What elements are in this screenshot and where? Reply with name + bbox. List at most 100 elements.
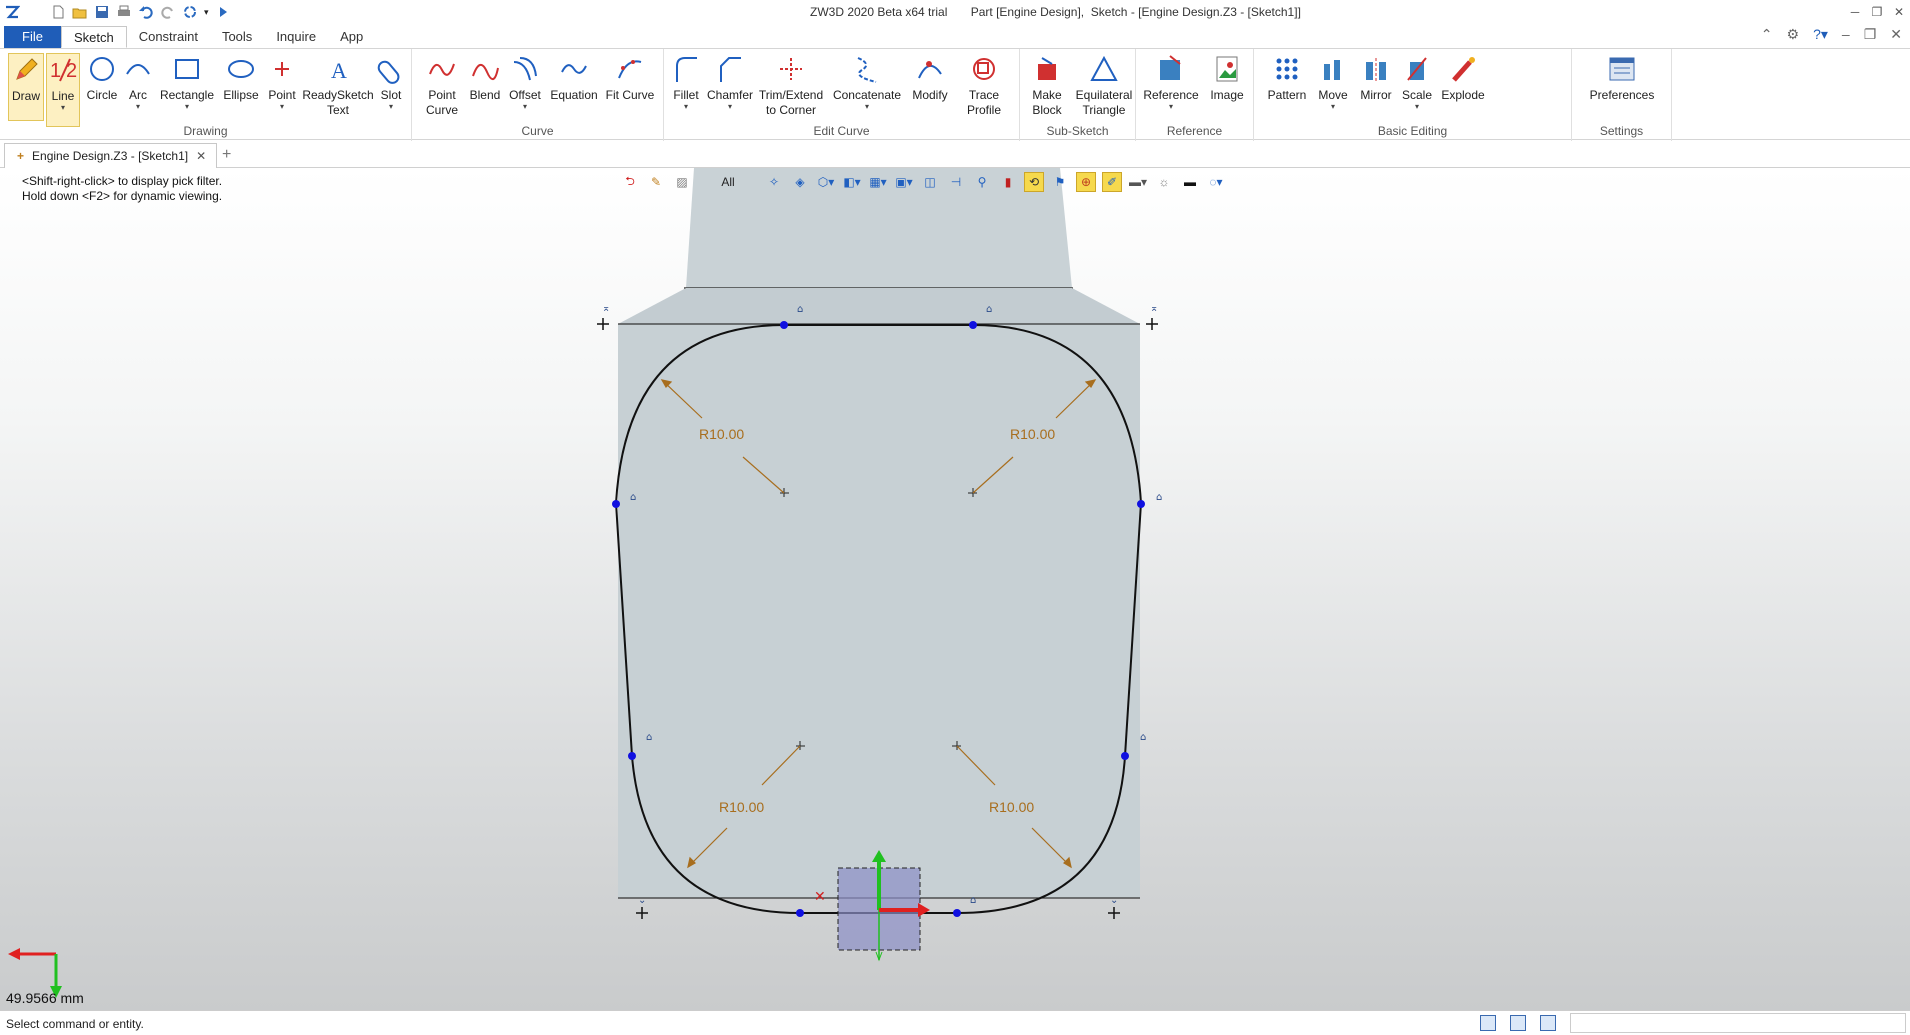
line-button[interactable]: 12 Line ▾	[46, 53, 80, 127]
fit-curve-button[interactable]: Fit Curve	[604, 53, 656, 103]
dimension-label-bottom-right[interactable]: R10.00	[989, 799, 1034, 815]
dimension-icon[interactable]: ⊣	[946, 172, 966, 192]
dimension-label-top-right[interactable]: R10.00	[1010, 426, 1055, 442]
wireframe-icon[interactable]: ✧	[764, 172, 784, 192]
slot-dropdown-icon[interactable]: ▾	[389, 103, 393, 111]
save-icon[interactable]	[94, 4, 110, 20]
close-icon[interactable]: ✕	[1888, 0, 1910, 24]
window-list-icon[interactable]	[1540, 1015, 1556, 1031]
measure-icon[interactable]: ⚲	[972, 172, 992, 192]
chamfer-dropdown-icon[interactable]: ▾	[728, 103, 732, 111]
point-curve-button[interactable]: Point Curve	[420, 53, 464, 118]
display-monitor-icon[interactable]	[1510, 1015, 1526, 1031]
constraint-show-icon[interactable]: ⚑	[1050, 172, 1070, 192]
modify-button[interactable]: Modify	[908, 53, 952, 103]
concatenate-dropdown-icon[interactable]: ▾	[865, 103, 869, 111]
scale-button[interactable]: Scale ▾	[1400, 53, 1434, 111]
ellipse-button[interactable]: Ellipse	[222, 53, 260, 103]
command-input[interactable]	[1570, 1013, 1906, 1033]
blend-button[interactable]: Blend	[468, 53, 502, 103]
dimension-label-top-left[interactable]: R10.00	[699, 426, 744, 442]
circle-button[interactable]: Circle	[86, 53, 118, 103]
graphics-viewport[interactable]: <Shift-right-click> to display pick filt…	[0, 168, 1910, 1010]
trace-profile-button[interactable]: Trace Profile	[958, 53, 1010, 118]
ribbon-collapse-icon[interactable]: ⌃	[1761, 26, 1773, 43]
rectangle-button[interactable]: Rectangle ▾	[158, 53, 216, 111]
open-file-icon[interactable]	[72, 4, 88, 20]
readysketch-text-button[interactable]: A ReadySketch Text	[302, 53, 374, 118]
point-button[interactable]: Point ▾	[266, 53, 298, 111]
line-style-icon[interactable]: ▬	[1180, 172, 1200, 192]
tab-sketch[interactable]: Sketch	[60, 26, 127, 48]
pick-filter-select[interactable]: All	[698, 172, 758, 192]
redo-icon[interactable]	[160, 4, 176, 20]
line-dropdown-icon[interactable]: ▾	[61, 104, 65, 112]
app-logo-icon[interactable]	[4, 4, 20, 20]
scale-dropdown-icon[interactable]: ▾	[1415, 103, 1419, 111]
arc-button[interactable]: Arc ▾	[124, 53, 152, 111]
trim-extend-button[interactable]: Trim/Extend to Corner	[756, 53, 826, 118]
minimize-icon[interactable]: ─	[1844, 0, 1866, 24]
layout-icon[interactable]	[1480, 1015, 1496, 1031]
target-icon[interactable]: ⊕	[1076, 172, 1096, 192]
move-dropdown-icon[interactable]: ▾	[1331, 103, 1335, 111]
doc-minimize-icon[interactable]: –	[1842, 26, 1850, 43]
color-icon[interactable]: ▮	[998, 172, 1018, 192]
qa-dropdown-icon[interactable]: ▾	[204, 7, 209, 18]
equation-button[interactable]: Equation	[548, 53, 600, 103]
pattern-button[interactable]: Pattern	[1264, 53, 1310, 103]
section-icon[interactable]: ◫	[920, 172, 940, 192]
tab-app[interactable]: App	[328, 26, 375, 48]
draw-button[interactable]: Draw	[8, 53, 44, 121]
display-icon[interactable]: ▬▾	[1128, 172, 1148, 192]
edit-icon[interactable]: ✐	[1102, 172, 1122, 192]
run-icon[interactable]	[215, 4, 231, 20]
view-cube-icon[interactable]: ⬡▾	[816, 172, 836, 192]
make-block-button[interactable]: Make Block	[1024, 53, 1070, 118]
doc-close-icon[interactable]: ✕	[1890, 26, 1902, 43]
filter-icon[interactable]: ▨	[672, 172, 692, 192]
doc-restore-icon[interactable]: ❐	[1864, 26, 1877, 43]
point-dropdown-icon[interactable]: ▾	[280, 103, 284, 111]
grid-icon[interactable]: ▦▾	[868, 172, 888, 192]
shaded-cube-icon[interactable]: ◈	[790, 172, 810, 192]
mirror-button[interactable]: Mirror	[1356, 53, 1396, 103]
tab-tools[interactable]: Tools	[210, 26, 264, 48]
sketch-scene[interactable]: ⌅ ⌅ ⌂ ⌂ ⌂ ⌂ ⌂ ⌂ ⌄ ⌄⌂ ✕	[0, 168, 1910, 1010]
reference-button[interactable]: Reference ▾	[1142, 53, 1200, 111]
close-tab-icon[interactable]: ✕	[196, 149, 206, 163]
tab-inquire[interactable]: Inquire	[264, 26, 328, 48]
concatenate-button[interactable]: Concatenate ▾	[830, 53, 904, 111]
dimension-label-bottom-left[interactable]: R10.00	[719, 799, 764, 815]
view-mode-icon[interactable]: ◧▾	[842, 172, 862, 192]
exit-sketch-icon[interactable]: ⮌	[620, 172, 640, 192]
snap-icon[interactable]: ⟲	[1024, 172, 1044, 192]
reference-dropdown-icon[interactable]: ▾	[1169, 103, 1173, 111]
slot-button[interactable]: Slot ▾	[376, 53, 406, 111]
move-button[interactable]: Move ▾	[1314, 53, 1352, 111]
undo-icon[interactable]	[138, 4, 154, 20]
rotate-icon[interactable]: ◌▾	[1206, 172, 1226, 192]
new-file-icon[interactable]	[50, 4, 66, 20]
settings-gear-icon[interactable]: ⚙	[1787, 26, 1800, 43]
regen-icon[interactable]	[182, 4, 198, 20]
image-button[interactable]: Image	[1206, 53, 1248, 103]
chamfer-button[interactable]: Chamfer ▾	[707, 53, 753, 111]
restore-icon[interactable]: ❐	[1866, 0, 1888, 24]
tab-file[interactable]: File	[4, 26, 61, 48]
offset-button[interactable]: Offset ▾	[506, 53, 544, 111]
print-icon[interactable]	[116, 4, 132, 20]
fillet-dropdown-icon[interactable]: ▾	[684, 103, 688, 111]
offset-dropdown-icon[interactable]: ▾	[523, 103, 527, 111]
help-icon[interactable]: ?▾	[1813, 26, 1828, 43]
document-tab[interactable]: + Engine Design.Z3 - [Sketch1] ✕	[4, 143, 218, 168]
new-tab-icon[interactable]: +	[222, 146, 231, 164]
equilateral-triangle-button[interactable]: Equilateral Triangle	[1074, 53, 1134, 118]
preferences-button[interactable]: Preferences	[1582, 53, 1662, 103]
rectangle-dropdown-icon[interactable]: ▾	[185, 103, 189, 111]
sun-icon[interactable]: ☼	[1154, 172, 1174, 192]
explode-button[interactable]: Explode	[1438, 53, 1488, 103]
pick-icon[interactable]: ✎	[646, 172, 666, 192]
arc-dropdown-icon[interactable]: ▾	[136, 103, 140, 111]
zoom-box-icon[interactable]: ▣▾	[894, 172, 914, 192]
